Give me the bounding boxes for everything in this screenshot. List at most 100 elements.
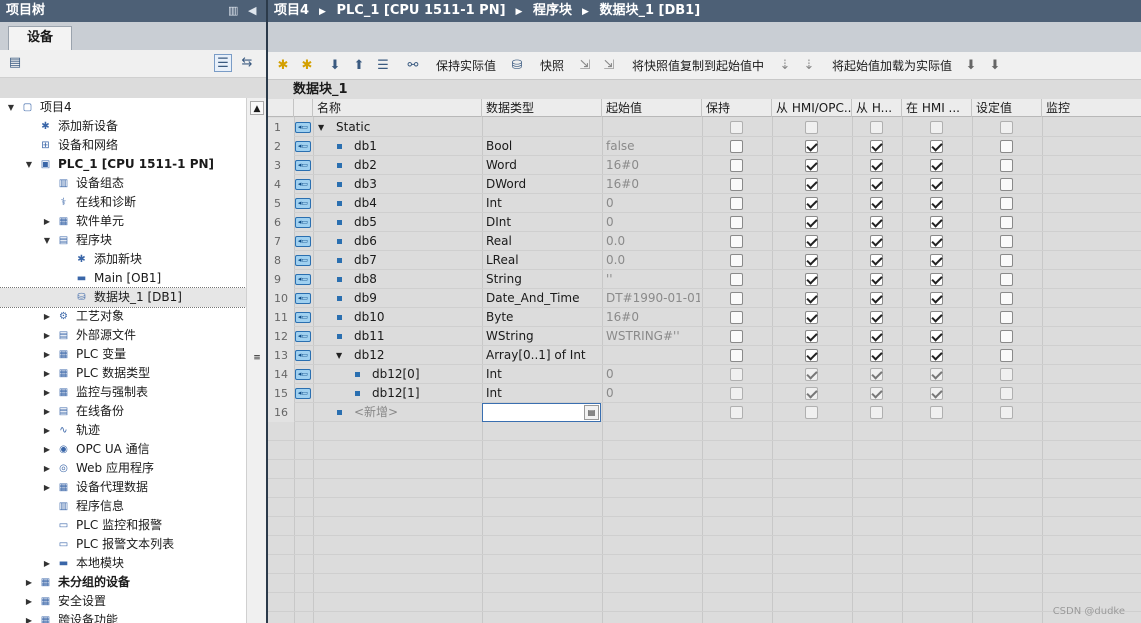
table-row[interactable]: 13 ◂▭ ▼ db12 Array[0..1] of Int (268, 346, 1141, 365)
cell-start-value[interactable]: '' (606, 270, 700, 289)
table-row[interactable]: 8 ◂▭ db7 LReal 0.0 (268, 251, 1141, 270)
load-actual-icon[interactable]: ⬇ (962, 57, 980, 75)
cell-name[interactable]: db11 (354, 327, 385, 346)
retain-checkbox[interactable] (730, 197, 743, 210)
list-view-icon[interactable]: ☰ (214, 54, 232, 72)
hmi-h-checkbox[interactable] (870, 216, 883, 229)
tree-item[interactable]: ✱ 添加新块 (0, 250, 246, 269)
tree-item[interactable]: ▶ ∿ 轨迹 (0, 421, 246, 440)
tree-item[interactable]: ⛁ 数据块_1 [DB1] (0, 287, 246, 308)
insert-row-icon[interactable]: ✱ (274, 57, 292, 75)
cell-type[interactable]: Array[0..1] of Int (486, 346, 600, 365)
hmi-opc-checkbox[interactable] (805, 330, 818, 343)
cell-type[interactable]: Word (486, 156, 600, 175)
row-number[interactable]: 11 (268, 308, 294, 327)
hmi-opc-checkbox[interactable] (805, 216, 818, 229)
cell-name[interactable]: db12[1] (372, 384, 420, 403)
list-icon[interactable]: ☰ (374, 57, 392, 75)
scroll-thumb[interactable]: ≡ (250, 338, 264, 378)
expanded-arrow-icon[interactable]: ▼ (6, 98, 16, 117)
hmi-h-checkbox[interactable] (870, 368, 883, 381)
row-number[interactable]: 12 (268, 327, 294, 346)
in-hmi-checkbox[interactable] (930, 387, 943, 400)
tree-item[interactable]: ▶ ▦ 软件单元 (0, 212, 246, 231)
cell-type[interactable]: Int (486, 365, 600, 384)
breadcrumb-program-blocks[interactable]: 程序块 (533, 3, 572, 18)
table-row[interactable]: 9 ◂▭ db8 String '' (268, 270, 1141, 289)
row-number[interactable]: 3 (268, 156, 294, 175)
cell-start-value[interactable]: 0 (606, 194, 700, 213)
in-hmi-checkbox[interactable] (930, 368, 943, 381)
sync-icon[interactable]: ⇆ (238, 54, 256, 72)
cell-name[interactable]: db12[0] (372, 365, 420, 384)
retain-checkbox[interactable] (730, 330, 743, 343)
cell-start-value[interactable]: 16#0 (606, 175, 700, 194)
tree-item[interactable]: ⚕ 在线和诊断 (0, 193, 246, 212)
overview-icon[interactable]: ▤ (6, 54, 24, 72)
collapsed-arrow-icon[interactable]: ▶ (42, 478, 52, 497)
row-number[interactable]: 8 (268, 251, 294, 270)
hmi-h-checkbox[interactable] (870, 140, 883, 153)
header-hmi-opc[interactable]: 从 HMI/OPC... (772, 99, 852, 117)
header-hmi-h[interactable]: 从 H... (852, 99, 902, 117)
cell-name[interactable]: db12 (354, 346, 385, 365)
snapshot-db-icon[interactable]: ⛁ (508, 57, 526, 75)
table-row[interactable]: 10◂▭ db9 Date_And_Time DT#1990-01-01-0 (268, 289, 1141, 308)
cell-type[interactable]: LReal (486, 251, 600, 270)
in-hmi-checkbox[interactable] (930, 235, 943, 248)
retain-checkbox[interactable] (730, 292, 743, 305)
breadcrumb-project[interactable]: 项目4 (274, 3, 309, 18)
tree-item[interactable]: ✱ 添加新设备 (0, 117, 246, 136)
type-input[interactable]: ▤ (482, 403, 601, 422)
tree-item[interactable]: ▶ ▦ 设备代理数据 (0, 478, 246, 497)
cell-name[interactable]: db3 (354, 175, 377, 194)
cell-start-value[interactable]: 0.0 (606, 251, 700, 270)
cell-type[interactable]: Byte (486, 308, 600, 327)
cell-type[interactable]: WString (486, 327, 600, 346)
cell-start-value[interactable]: 0 (606, 384, 700, 403)
cell-type[interactable] (486, 118, 600, 137)
hmi-opc-checkbox[interactable] (805, 235, 818, 248)
cell-start-value[interactable] (606, 403, 700, 422)
table-row[interactable]: 14 ◂▭ db12[0] Int 0 (268, 365, 1141, 384)
load-start-button[interactable]: 将起始值加载为实际值 (832, 52, 952, 80)
setpoint-checkbox[interactable] (1000, 406, 1013, 419)
collapse-panel-icon[interactable]: ◀ (248, 0, 256, 22)
tree-item[interactable]: ▶ ▤ 外部源文件 (0, 326, 246, 345)
tree-item[interactable]: ▶ ▦ 跨设备功能 (0, 611, 246, 623)
retain-checkbox[interactable] (730, 254, 743, 267)
in-hmi-checkbox[interactable] (930, 406, 943, 419)
tree-item[interactable]: ▶ ⚙ 工艺对象 (0, 307, 246, 326)
in-hmi-checkbox[interactable] (930, 216, 943, 229)
collapsed-arrow-icon[interactable]: ▶ (42, 212, 52, 231)
hmi-h-checkbox[interactable] (870, 387, 883, 400)
cell-name[interactable]: db5 (354, 213, 377, 232)
cell-name[interactable]: db9 (354, 289, 377, 308)
collapsed-arrow-icon[interactable]: ▶ (42, 364, 52, 383)
collapsed-arrow-icon[interactable]: ▶ (24, 573, 34, 592)
collapsed-arrow-icon[interactable]: ▶ (42, 421, 52, 440)
snapshot-button[interactable]: 快照 (540, 52, 564, 80)
cell-start-value[interactable]: 0.0 (606, 232, 700, 251)
in-hmi-checkbox[interactable] (930, 140, 943, 153)
expanded-arrow-icon[interactable]: ▼ (318, 118, 324, 137)
hmi-h-checkbox[interactable] (870, 159, 883, 172)
collapsed-arrow-icon[interactable]: ▶ (42, 326, 52, 345)
collapsed-arrow-icon[interactable]: ▶ (24, 611, 34, 623)
retain-checkbox[interactable] (730, 273, 743, 286)
retain-checkbox[interactable] (730, 159, 743, 172)
hmi-h-checkbox[interactable] (870, 406, 883, 419)
type-picker-icon[interactable]: ▤ (584, 405, 599, 420)
cell-start-value[interactable]: false (606, 137, 700, 156)
snapshot-copy-icon[interactable]: ⇲ (576, 57, 594, 75)
row-number[interactable]: 9 (268, 270, 294, 289)
in-hmi-checkbox[interactable] (930, 292, 943, 305)
cell-type[interactable]: String (486, 270, 600, 289)
row-number[interactable]: 5 (268, 194, 294, 213)
cell-start-value[interactable]: 0 (606, 365, 700, 384)
row-number[interactable]: 14 (268, 365, 294, 384)
collapsed-arrow-icon[interactable]: ▶ (42, 440, 52, 459)
expand-icon[interactable]: ⬇ (326, 57, 344, 75)
hmi-h-checkbox[interactable] (870, 330, 883, 343)
tree-item[interactable]: ▬ Main [OB1] (0, 269, 246, 288)
